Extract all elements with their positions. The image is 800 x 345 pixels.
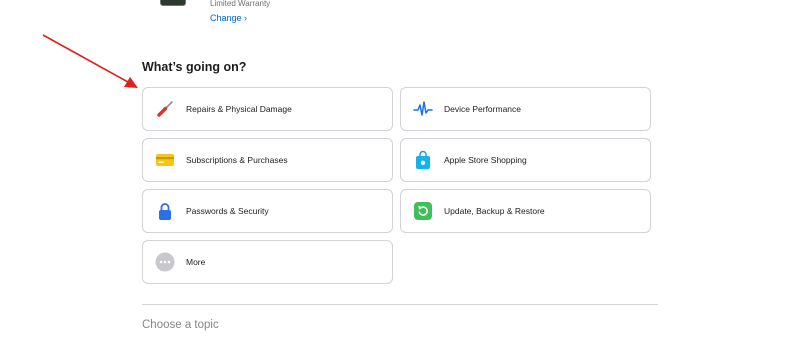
topic-update-backup[interactable]: Update, Backup & Restore [400,189,651,233]
topic-label: Update, Backup & Restore [444,206,545,216]
shopping-bag-icon [413,150,433,170]
choose-topic-heading: Choose a topic [142,319,219,331]
topic-device-performance[interactable]: Device Performance [400,87,651,131]
topic-more[interactable]: More [142,240,393,284]
topic-label: Subscriptions & Purchases [186,155,288,165]
topic-passwords[interactable]: Passwords & Security [142,189,393,233]
change-device-link[interactable]: Change › [210,13,247,23]
restore-icon [413,201,433,221]
lock-icon [155,201,175,221]
topic-label: Apple Store Shopping [444,155,527,165]
topic-label: More [186,257,206,267]
topic-label: Device Performance [444,104,522,114]
topic-label: Passwords & Security [186,206,269,216]
more-dots-icon [155,252,175,272]
section-divider [142,304,658,305]
topic-apple-store[interactable]: Apple Store Shopping [400,138,651,182]
topic-repairs[interactable]: Repairs & Physical Damage [142,87,393,131]
topic-subscriptions[interactable]: Subscriptions & Purchases [142,138,393,182]
topic-label: Repairs & Physical Damage [186,104,292,114]
topic-grid: Repairs & Physical Damage Device Perform… [142,87,651,284]
pulse-icon [413,99,433,119]
credit-card-icon [155,150,175,170]
section-title: What’s going on? [142,60,247,74]
warranty-status: Limited Warranty [210,0,271,8]
device-thumbnail [160,0,186,6]
screwdriver-icon [155,99,175,119]
